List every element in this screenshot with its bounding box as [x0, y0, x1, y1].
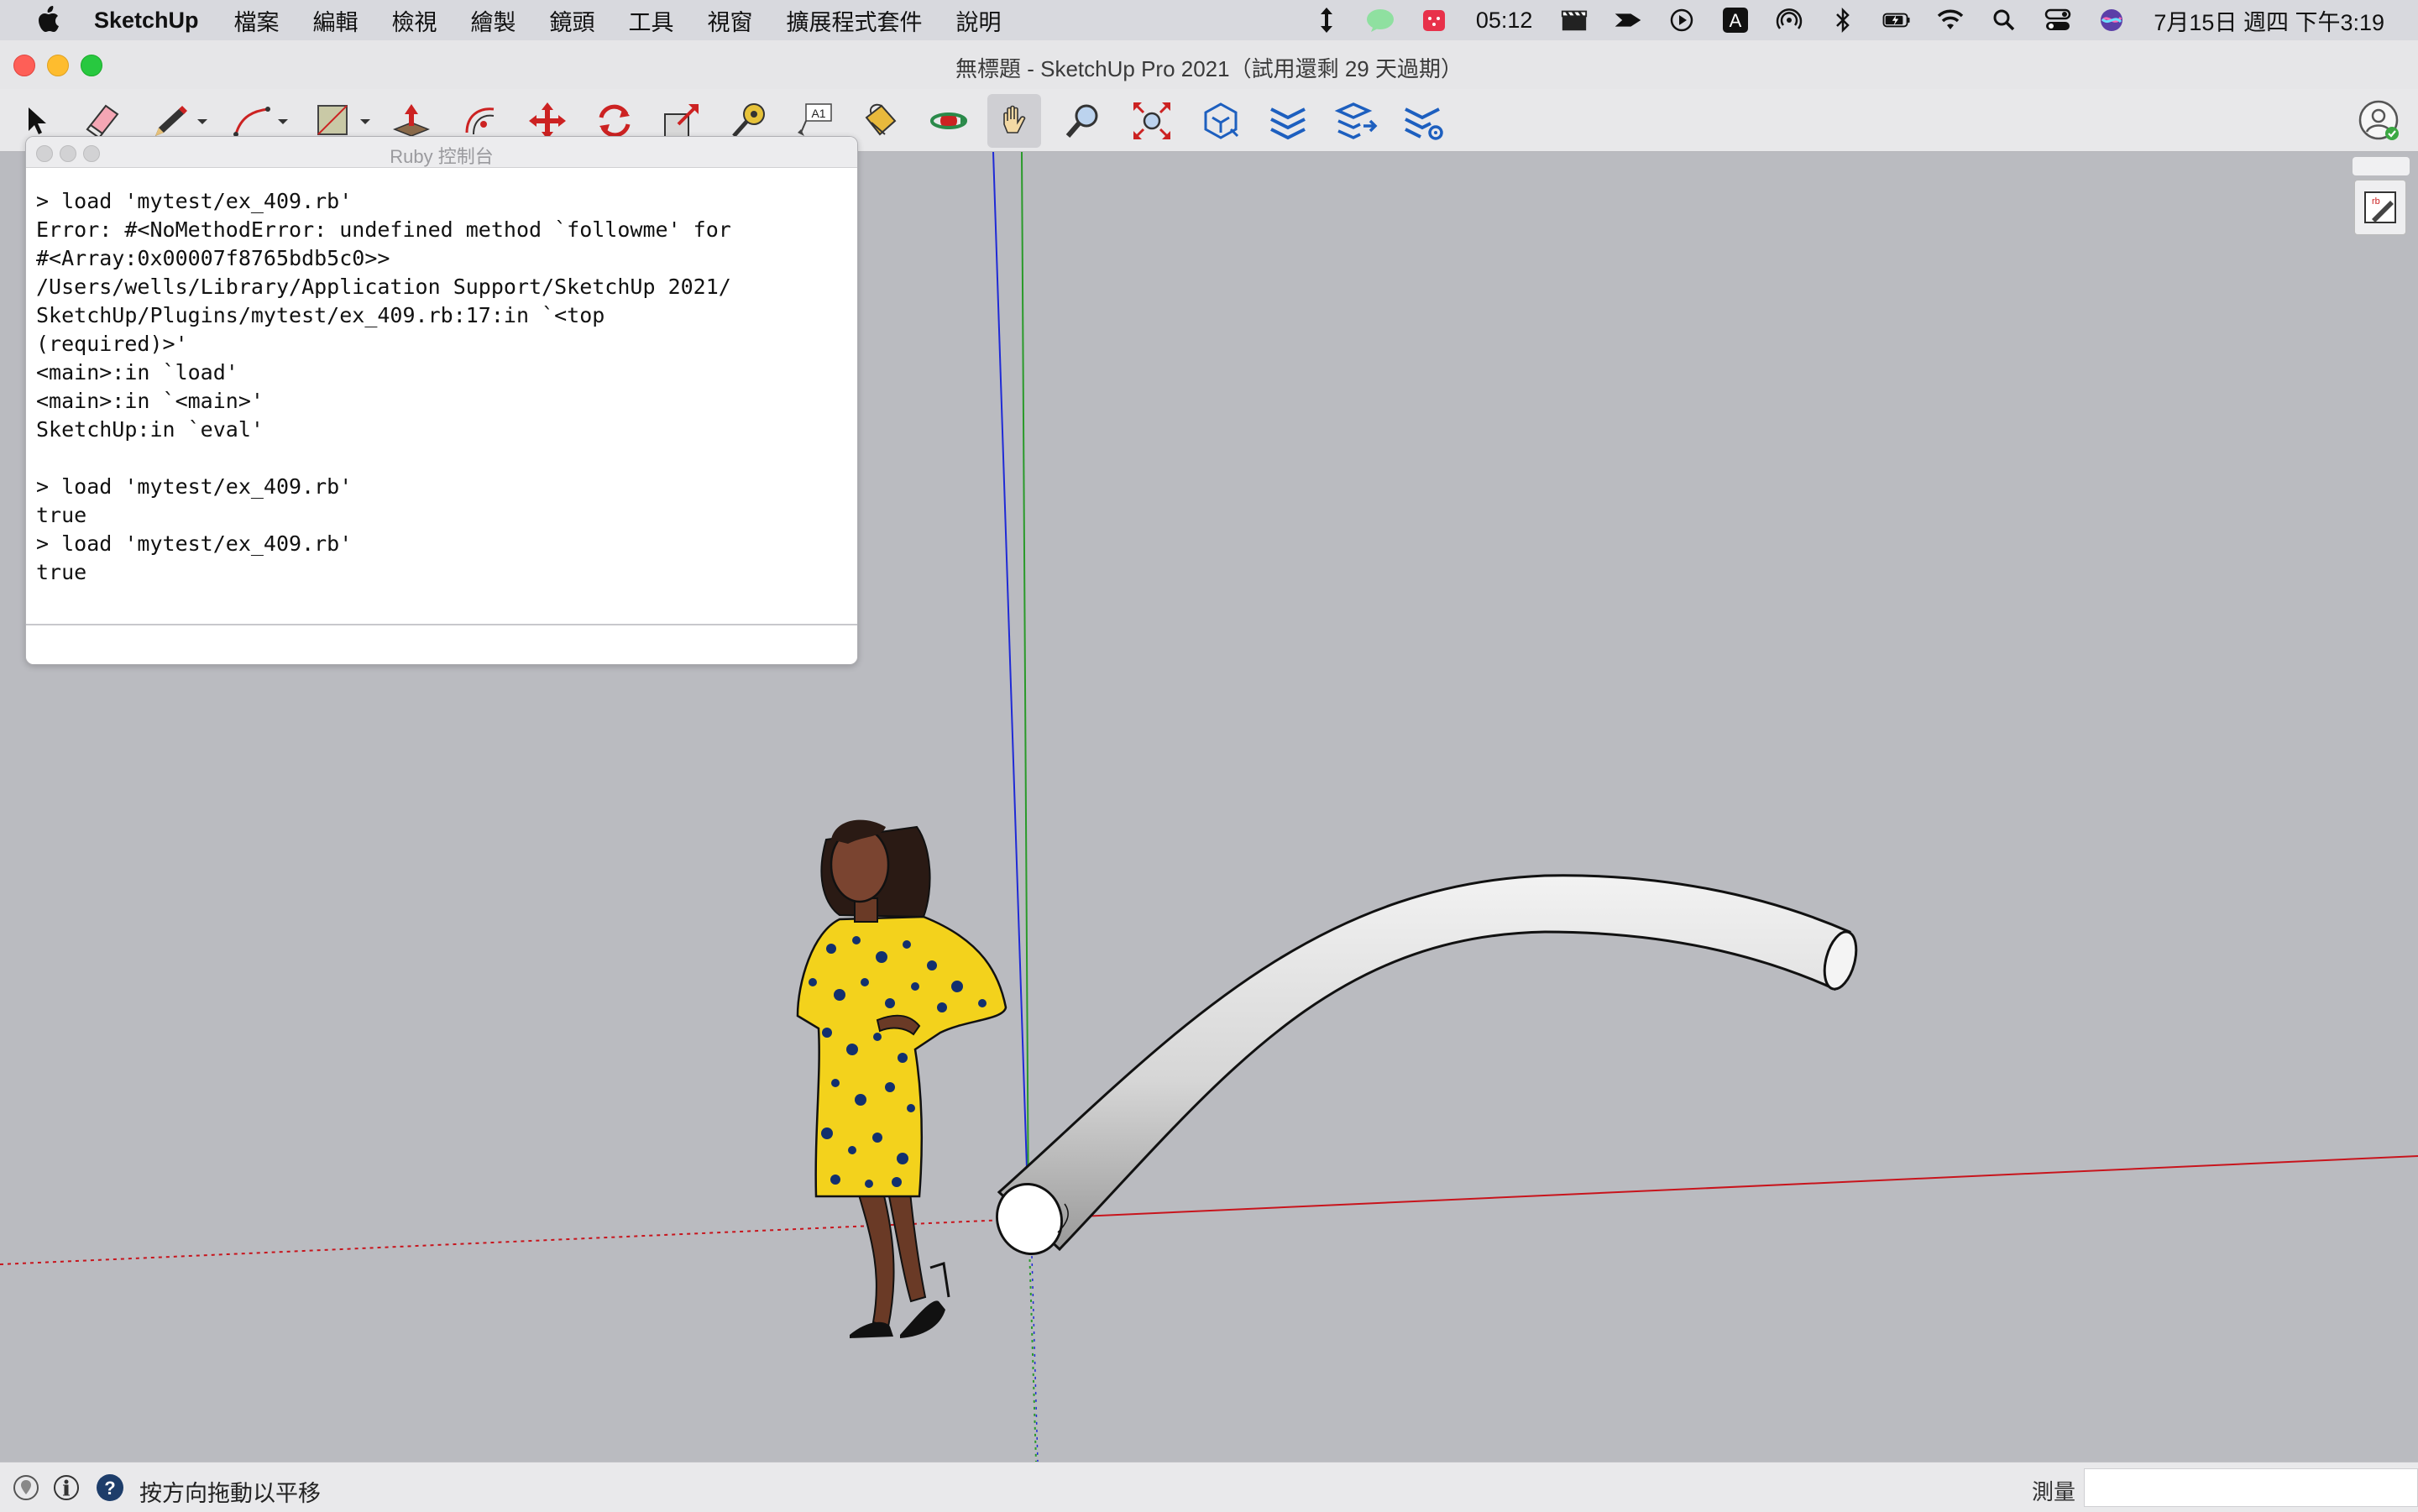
window-title: 無標題 - SketchUp Pro 2021（試用還剩 29 天過期） [955, 56, 1463, 81]
measurements-input[interactable] [2084, 1468, 2418, 1507]
menu-window[interactable]: 視窗 [708, 4, 753, 37]
send-to-layout-icon[interactable] [1330, 94, 1384, 148]
arrow-app-icon[interactable] [1614, 6, 1642, 34]
pan-tool-icon[interactable] [987, 94, 1041, 148]
wifi-icon[interactable] [1936, 6, 1965, 34]
menu-edit[interactable]: 編輯 [313, 4, 359, 37]
scroll-arrows-icon[interactable] [1312, 6, 1341, 34]
menu-camera[interactable]: 鏡頭 [550, 4, 595, 37]
red-axis [0, 1155, 2418, 1265]
window-title-bar: 無標題 - SketchUp Pro 2021（試用還剩 29 天過期） [0, 40, 2418, 89]
battery-icon[interactable] [1882, 6, 1911, 34]
ruby-console-input[interactable] [26, 624, 857, 664]
input-method-icon[interactable]: A [1721, 6, 1750, 34]
paint-bucket-tool-icon[interactable] [853, 94, 907, 148]
green-axis [1021, 152, 1039, 1462]
menu-extensions[interactable]: 擴展程式套件 [787, 4, 923, 37]
measurements-label: 測量 [2032, 1479, 2076, 1504]
calendar-icon[interactable] [1420, 6, 1448, 34]
tray-ruby-editor-icon[interactable]: rb [2354, 180, 2406, 235]
warehouse-icon[interactable] [1194, 94, 1248, 148]
geolocation-icon[interactable] [12, 1473, 40, 1502]
zoom-extents-tool-icon[interactable] [1125, 94, 1179, 148]
menubar-datetime[interactable]: 7月15日 週四 下午3:19 [2154, 4, 2384, 37]
menu-draw[interactable]: 繪製 [471, 4, 516, 37]
siri-icon[interactable] [2097, 6, 2126, 34]
menu-help[interactable]: 說明 [956, 4, 1002, 37]
control-center-icon[interactable] [2044, 6, 2072, 34]
status-bar: ? 按方向拖動以平移 測量 [0, 1462, 2418, 1512]
menu-tools[interactable]: 工具 [629, 4, 674, 37]
apple-menu-icon[interactable] [35, 6, 64, 34]
line-icon[interactable] [1366, 6, 1395, 34]
play-circle-icon[interactable] [1667, 6, 1696, 34]
bluetooth-icon[interactable] [1829, 6, 1857, 34]
app-menu-sketchup[interactable]: SketchUp [94, 8, 199, 34]
ruby-console-title: Ruby 控制台 [390, 146, 494, 167]
ruby-console-window[interactable]: Ruby 控制台 > load 'mytest/ex_409.rb' Error… [25, 136, 858, 665]
clapper-icon[interactable] [1560, 6, 1588, 34]
tray-collapse-bar[interactable] [2353, 157, 2410, 175]
status-bar-message: 按方向拖動以平移 [139, 1481, 321, 1506]
zoom-tool-icon[interactable] [1056, 94, 1110, 148]
spotlight-icon[interactable] [1990, 6, 2018, 34]
airdrop-icon[interactable] [1775, 6, 1803, 34]
ruby-console-title-bar[interactable]: Ruby 控制台 [26, 137, 857, 168]
follow-me-pipe[interactable] [987, 874, 1862, 1263]
svg-text:?: ? [104, 1478, 115, 1499]
credits-info-icon[interactable] [52, 1473, 81, 1502]
extension-warehouse-icon[interactable] [1261, 94, 1315, 148]
instructor-help-icon[interactable]: ? [96, 1473, 124, 1502]
svg-text:rb: rb [2372, 196, 2380, 207]
extension-manager-icon[interactable] [1397, 94, 1451, 148]
svg-text:A1: A1 [811, 107, 825, 120]
account-avatar-icon[interactable] [2354, 94, 2405, 148]
clock-widget-time[interactable]: 05:12 [1476, 8, 1533, 34]
svg-text:A: A [1730, 10, 1742, 31]
menu-view[interactable]: 檢視 [392, 4, 437, 37]
menu-file[interactable]: 檔案 [234, 4, 280, 37]
menu-bar: SketchUp 檔案 編輯 檢視 繪製 鏡頭 工具 視窗 擴展程式套件 說明 … [0, 0, 2418, 40]
orbit-tool-icon[interactable] [922, 94, 976, 148]
scale-figure-woman[interactable] [796, 819, 1008, 1338]
ruby-console-output[interactable]: > load 'mytest/ex_409.rb' Error: #<NoMet… [36, 187, 847, 590]
